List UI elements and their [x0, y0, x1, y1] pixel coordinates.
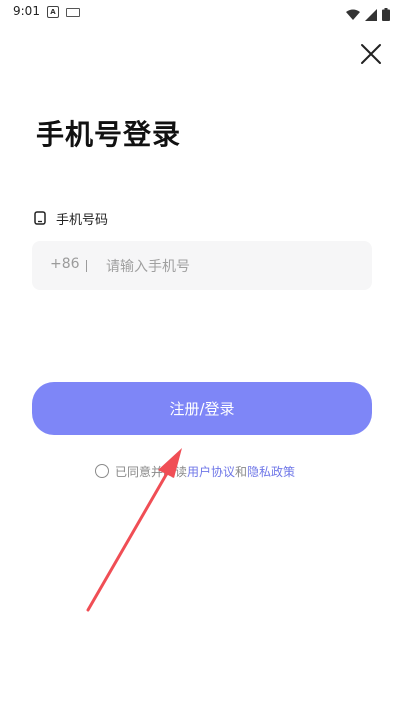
privacy-policy-link[interactable]: 隐私政策: [247, 463, 295, 480]
status-bar: 9:01 A: [0, 0, 404, 24]
a-icon: A: [47, 6, 59, 18]
phone-input[interactable]: [104, 251, 358, 283]
country-code-divider: [86, 260, 87, 272]
phone-field-container: +86: [32, 241, 372, 290]
phone-label: 手机号码: [56, 212, 109, 228]
signal-icon: [364, 8, 377, 21]
wifi-icon: [345, 9, 360, 20]
close-icon: [361, 44, 381, 64]
agreement-row: 已同意并阅读 用户协议 和 隐私政策: [95, 461, 295, 481]
page-title: 手机号登录: [36, 118, 182, 151]
close-button[interactable]: [359, 42, 383, 66]
status-right-group: [345, 4, 390, 21]
phone-label-row: 手机号码: [34, 208, 108, 228]
agreement-prefix: 已同意并阅读: [115, 464, 188, 479]
phone-icon: [34, 211, 46, 225]
agreement-checkbox[interactable]: [95, 464, 109, 478]
annotation-arrow: [86, 448, 182, 612]
user-agreement-link[interactable]: 用户协议: [187, 463, 235, 480]
battery-icon: [382, 8, 390, 21]
country-code[interactable]: +86: [50, 256, 80, 272]
agreement-and: 和: [235, 464, 248, 479]
register-login-button[interactable]: 注册/登录: [32, 382, 372, 435]
keyboard-icon: [66, 8, 80, 17]
status-time: 9:01: [13, 4, 40, 18]
